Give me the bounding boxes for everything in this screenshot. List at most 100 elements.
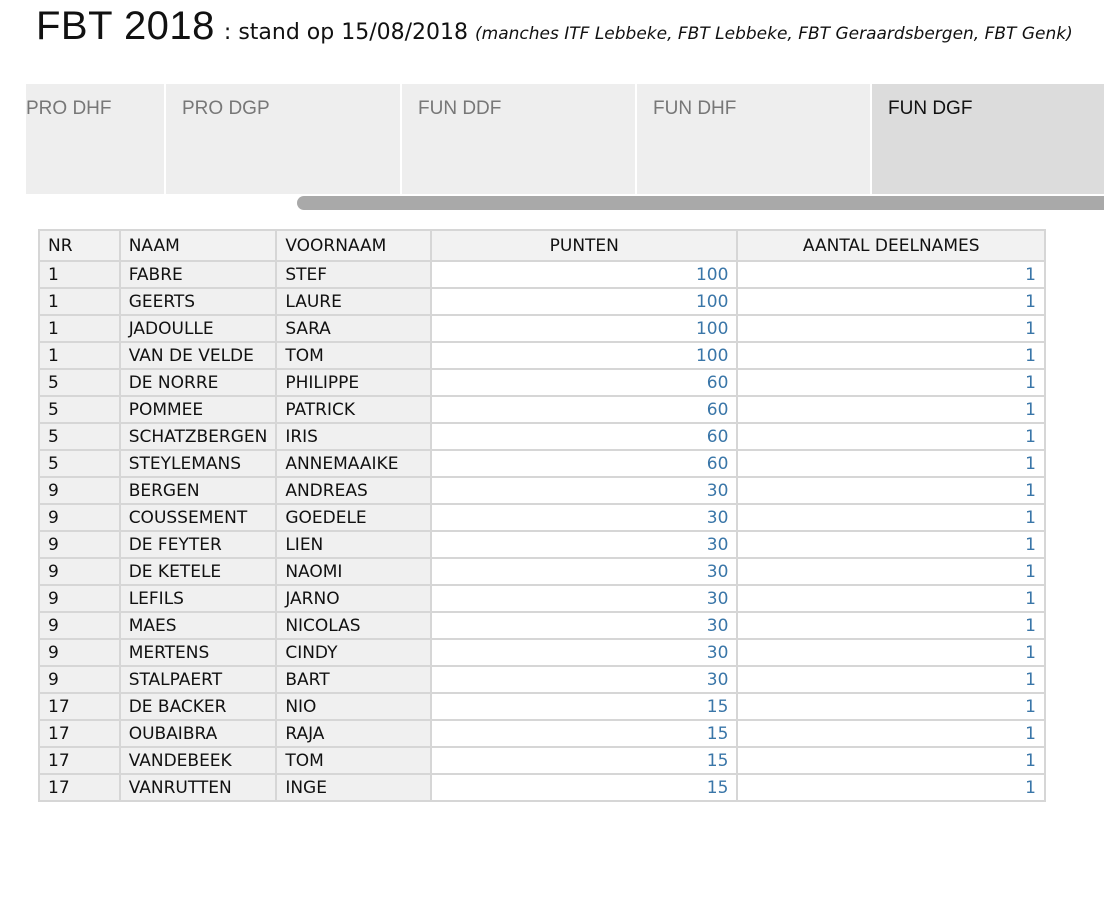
table-row: 1 JADOULLE SARA 100 1 [38, 314, 1046, 343]
cell-voornaam: GOEDELE [275, 503, 433, 532]
table-row: 9 DE KETELE NAOMI 30 1 [38, 557, 1046, 586]
cell-voornaam: TOM [275, 341, 433, 370]
cell-naam: STEYLEMANS [118, 449, 278, 478]
cell-punten: 30 [430, 476, 739, 505]
cell-punten: 30 [430, 665, 739, 694]
cell-nr: 5 [38, 422, 121, 451]
cell-punten: 15 [430, 692, 739, 721]
cell-aantal-deelnames: 1 [736, 530, 1046, 559]
scrollbar-thumb[interactable] [297, 196, 1104, 210]
table-row: 5 SCHATZBERGEN IRIS 60 1 [38, 422, 1046, 451]
tab-label: PRO DHF [26, 98, 112, 119]
cell-nr: 9 [38, 557, 121, 586]
cell-voornaam: BART [275, 665, 433, 694]
cell-aantal-deelnames: 1 [736, 719, 1046, 748]
cell-punten: 60 [430, 449, 739, 478]
cell-naam: SCHATZBERGEN [118, 422, 278, 451]
cell-nr: 17 [38, 692, 121, 721]
column-header-voornaam: VOORNAAM [275, 229, 433, 262]
cell-aantal-deelnames: 1 [736, 260, 1046, 289]
title-subtitle: : stand op 15/08/2018 [216, 20, 476, 45]
cell-aantal-deelnames: 1 [736, 341, 1046, 370]
cell-naam: FABRE [118, 260, 278, 289]
cell-nr: 5 [38, 395, 121, 424]
tab-fun-dhf[interactable]: FUN DHF [637, 84, 870, 194]
cell-voornaam: ANNEMAAIKE [275, 449, 433, 478]
cell-punten: 100 [430, 287, 739, 316]
table-row: 9 MERTENS CINDY 30 1 [38, 638, 1046, 667]
tab-label: FUN DHF [653, 98, 737, 119]
cell-aantal-deelnames: 1 [736, 395, 1046, 424]
cell-nr: 17 [38, 719, 121, 748]
cell-aantal-deelnames: 1 [736, 503, 1046, 532]
tab-fun-dgf[interactable]: FUN DGF [872, 84, 1104, 194]
cell-nr: 1 [38, 341, 121, 370]
cell-nr: 5 [38, 449, 121, 478]
cell-nr: 9 [38, 584, 121, 613]
cell-naam: POMMEE [118, 395, 278, 424]
cell-punten: 100 [430, 341, 739, 370]
cell-naam: STALPAERT [118, 665, 278, 694]
cell-naam: DE FEYTER [118, 530, 278, 559]
cell-aantal-deelnames: 1 [736, 611, 1046, 640]
table-row: 9 LEFILS JARNO 30 1 [38, 584, 1046, 613]
cell-voornaam: INGE [275, 773, 433, 802]
table-row: 9 COUSSEMENT GOEDELE 30 1 [38, 503, 1046, 532]
cell-naam: DE NORRE [118, 368, 278, 397]
cell-punten: 30 [430, 638, 739, 667]
tab-pro-dhf[interactable]: PRO DHF [26, 84, 164, 194]
cell-voornaam: IRIS [275, 422, 433, 451]
cell-punten: 30 [430, 530, 739, 559]
cell-nr: 9 [38, 665, 121, 694]
cell-naam: VAN DE VELDE [118, 341, 278, 370]
table-row: 5 DE NORRE PHILIPPE 60 1 [38, 368, 1046, 397]
table-row: 17 DE BACKER NIO 15 1 [38, 692, 1046, 721]
cell-aantal-deelnames: 1 [736, 287, 1046, 316]
cell-voornaam: STEF [275, 260, 433, 289]
cell-punten: 30 [430, 611, 739, 640]
cell-naam: VANDEBEEK [118, 746, 278, 775]
cell-aantal-deelnames: 1 [736, 746, 1046, 775]
column-header-nr: NR [38, 229, 121, 262]
cell-nr: 9 [38, 476, 121, 505]
cell-nr: 1 [38, 260, 121, 289]
column-header-punten: PUNTEN [430, 229, 739, 262]
cell-voornaam: NAOMI [275, 557, 433, 586]
cell-voornaam: ANDREAS [275, 476, 433, 505]
tabs-scrollbar[interactable] [297, 196, 1104, 210]
cell-aantal-deelnames: 1 [736, 638, 1046, 667]
cell-punten: 15 [430, 773, 739, 802]
category-tabs: PRO DHF PRO DGP FUN DDF FUN DHF FUN DGF [26, 84, 1104, 194]
cell-punten: 15 [430, 746, 739, 775]
tab-pro-dgp[interactable]: PRO DGP [166, 84, 400, 194]
table-row: 9 DE FEYTER LIEN 30 1 [38, 530, 1046, 559]
cell-aantal-deelnames: 1 [736, 584, 1046, 613]
cell-nr: 17 [38, 773, 121, 802]
cell-punten: 30 [430, 503, 739, 532]
tab-label: FUN DDF [418, 98, 502, 119]
cell-aantal-deelnames: 1 [736, 368, 1046, 397]
cell-aantal-deelnames: 1 [736, 449, 1046, 478]
cell-aantal-deelnames: 1 [736, 692, 1046, 721]
table-row: 17 OUBAIBRA RAJA 15 1 [38, 719, 1046, 748]
cell-voornaam: NICOLAS [275, 611, 433, 640]
page-title: FBT 2018 : stand op 15/08/2018 (manches … [36, 4, 1073, 49]
cell-voornaam: PHILIPPE [275, 368, 433, 397]
cell-naam: BERGEN [118, 476, 278, 505]
cell-naam: COUSSEMENT [118, 503, 278, 532]
cell-aantal-deelnames: 1 [736, 557, 1046, 586]
cell-voornaam: LIEN [275, 530, 433, 559]
cell-naam: JADOULLE [118, 314, 278, 343]
cell-naam: OUBAIBRA [118, 719, 278, 748]
cell-naam: LEFILS [118, 584, 278, 613]
table-row: 5 POMMEE PATRICK 60 1 [38, 395, 1046, 424]
table-row: 1 FABRE STEF 100 1 [38, 260, 1046, 289]
cell-voornaam: PATRICK [275, 395, 433, 424]
cell-punten: 60 [430, 422, 739, 451]
cell-voornaam: LAURE [275, 287, 433, 316]
table-header-row: NR NAAM VOORNAAM PUNTEN AANTAL DEELNAMES [38, 229, 1046, 262]
cell-aantal-deelnames: 1 [736, 314, 1046, 343]
cell-naam: VANRUTTEN [118, 773, 278, 802]
tab-fun-ddf[interactable]: FUN DDF [402, 84, 635, 194]
cell-naam: GEERTS [118, 287, 278, 316]
